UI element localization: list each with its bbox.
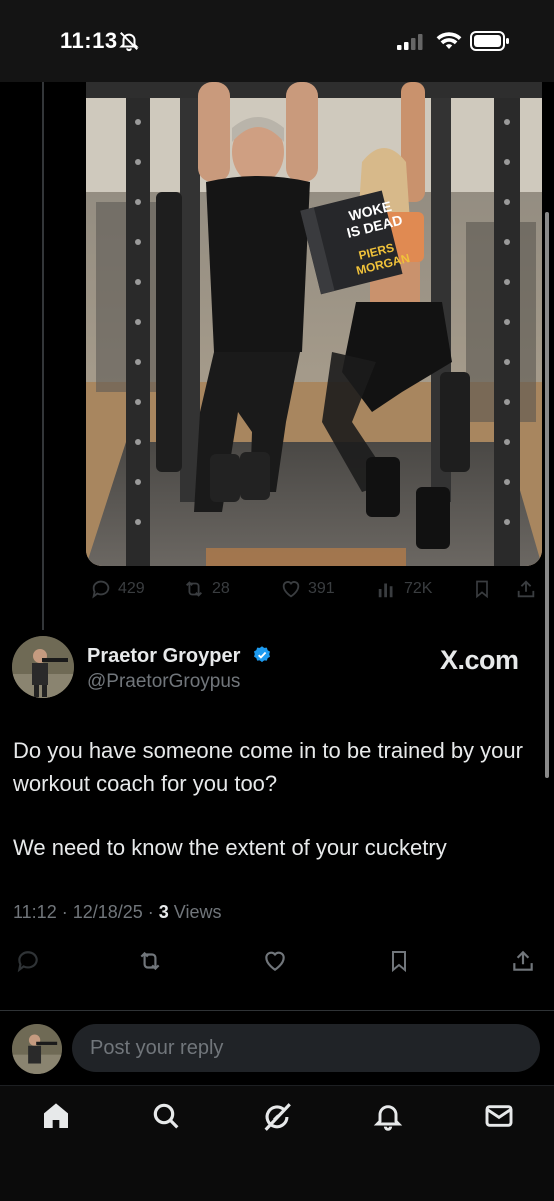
reply-button[interactable]	[15, 948, 41, 979]
x-com-watermark: X.com	[440, 645, 519, 675]
heart-icon	[265, 951, 285, 971]
parent-reply-count: 429	[118, 580, 145, 597]
messages-tab[interactable]	[483, 1100, 515, 1137]
scrollbar-thumb[interactable]	[545, 212, 549, 778]
grok-icon	[264, 1103, 291, 1131]
grok-tab[interactable]	[260, 1100, 294, 1139]
parent-views-count: 72K	[404, 580, 433, 597]
bookmark-icon	[476, 580, 488, 599]
parent-repost-count: 28	[212, 580, 230, 597]
parent-like-count: 391	[308, 580, 335, 597]
share-button[interactable]	[510, 948, 536, 979]
cellular-signal-icon	[397, 34, 425, 55]
thread-line	[42, 82, 44, 630]
parent-views-button[interactable]: 72K	[376, 578, 432, 600]
parent-like-button[interactable]: 391	[280, 578, 335, 600]
status-time: 11:13	[60, 28, 118, 53]
parent-bookmark-button[interactable]	[472, 578, 492, 600]
like-button[interactable]	[262, 948, 288, 979]
views-icon	[378, 583, 393, 598]
reply-box[interactable]	[72, 1024, 540, 1072]
bookmark-button[interactable]	[387, 948, 411, 979]
search-tab[interactable]	[150, 1100, 182, 1137]
wifi-icon	[436, 31, 462, 56]
home-tab[interactable]	[40, 1100, 72, 1137]
mail-icon	[485, 1105, 513, 1127]
repost-button[interactable]	[136, 948, 164, 979]
heart-icon	[282, 581, 300, 598]
share-icon	[513, 950, 533, 971]
reply-input[interactable]	[72, 1024, 528, 1072]
repost-icon	[140, 951, 160, 971]
tweet-text: Do you have someone come in to be traine…	[13, 734, 533, 864]
parent-repost-button[interactable]: 28	[182, 578, 230, 600]
bell-icon	[373, 1105, 403, 1131]
bell-off-icon	[118, 30, 140, 57]
parent-reply-button[interactable]: 429	[90, 578, 145, 600]
notifications-tab[interactable]	[372, 1100, 404, 1137]
reply-icon	[92, 580, 110, 599]
tweet-meta: 11:12 · 12/18/25 · 3 Views	[13, 902, 222, 923]
tweet-paragraph-1: Do you have someone come in to be traine…	[13, 738, 523, 796]
tweet-paragraph-2: We need to know the extent of your cucke…	[13, 835, 447, 860]
tweet-views-label: Views	[168, 902, 222, 922]
parent-share-button[interactable]	[515, 578, 537, 600]
bookmark-icon	[392, 951, 406, 973]
share-icon	[517, 580, 535, 598]
reply-icon	[17, 951, 38, 973]
search-icon	[153, 1103, 179, 1129]
reply-avatar	[12, 1024, 62, 1074]
author-avatar[interactable]	[12, 636, 74, 698]
post-image[interactable]: WOKE IS DEAD PIERS MORGAN	[86, 82, 542, 566]
battery-icon	[470, 31, 510, 56]
verified-badge-icon	[252, 645, 272, 670]
home-icon	[44, 1103, 68, 1128]
tweet-timestamp: 11:12 · 12/18/25 ·	[13, 902, 159, 922]
author-handle[interactable]: @PraetorGroypus	[87, 671, 240, 693]
tweet-views-count: 3	[158, 902, 169, 922]
divider	[0, 1010, 554, 1011]
author-display-name[interactable]: Praetor Groyper	[87, 645, 240, 668]
repost-icon	[186, 581, 202, 597]
